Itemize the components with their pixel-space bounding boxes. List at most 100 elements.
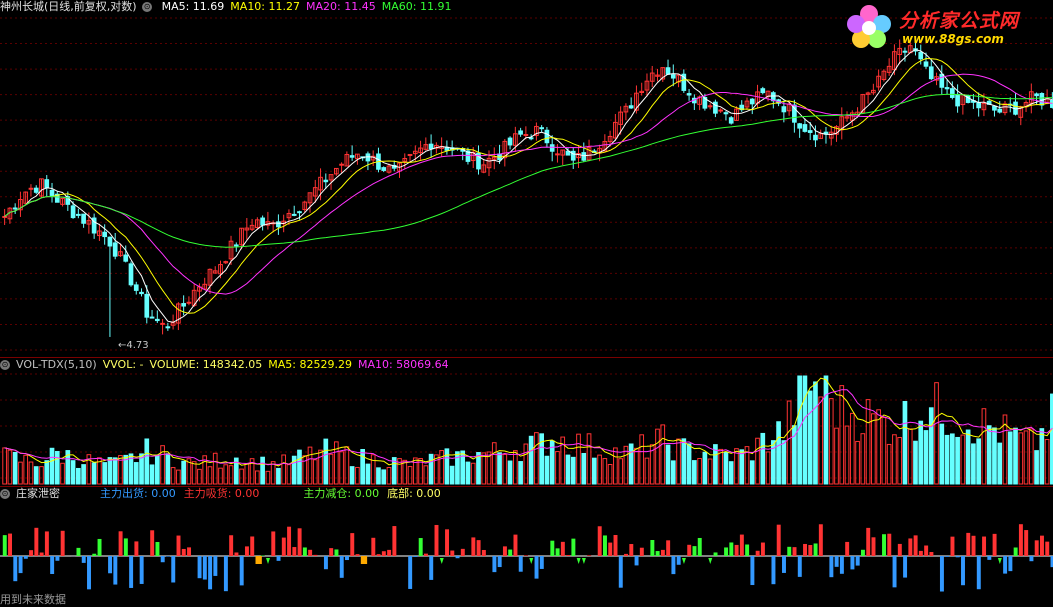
candle <box>428 134 434 158</box>
price-pane[interactable]: 神州长城(日线,前复权,对数) ⊙ MA5: 11.69 MA10: 11.27 M… <box>0 0 1053 357</box>
volume-bar <box>370 454 376 485</box>
volume-bar <box>54 450 60 485</box>
volume-bar <box>981 408 987 485</box>
distribute-bar <box>961 556 965 586</box>
volume-bar <box>871 413 876 485</box>
candle-body <box>581 152 587 161</box>
distribute-bar <box>1029 556 1034 562</box>
candle <box>418 140 423 160</box>
header_vol-3: MA5: 82529.29 <box>268 358 352 371</box>
absorb-bar <box>666 540 671 556</box>
volume-bar <box>1034 450 1039 485</box>
volume-bar <box>597 454 602 485</box>
volume-bar <box>781 440 787 485</box>
distribute-bar <box>213 556 218 576</box>
candle <box>39 178 44 198</box>
site-logo: 分析家公式网 www.88gs.com <box>844 2 1049 54</box>
volume-bar <box>923 430 929 485</box>
distribute-bar <box>839 556 844 574</box>
distribute-bar <box>429 556 434 580</box>
candle-body <box>518 130 523 135</box>
absorb-bar <box>44 531 49 556</box>
volume-bar <box>702 451 708 485</box>
volume-bar <box>749 460 755 485</box>
volume-bar <box>376 467 381 485</box>
distribute-bar <box>166 556 170 557</box>
candle <box>560 149 566 165</box>
candle-body <box>992 105 997 111</box>
distribute-bar <box>202 556 207 580</box>
down-arrow-marker <box>439 558 444 564</box>
candle <box>255 217 260 230</box>
settings-circle-icon[interactable]: ⊙ <box>0 360 10 370</box>
down-arrow-marker <box>708 558 713 564</box>
candle <box>507 136 513 150</box>
distribute-bar <box>276 556 281 561</box>
indicator-pane[interactable]: ⊙ 庄家泄密 主力出货: 0.00 主力吸货: 0.00 主力减仓: 0.00 底部: 0… <box>0 487 1053 607</box>
distribute-bar <box>939 556 944 592</box>
candle-body <box>997 108 1003 113</box>
footer-note: 用到未来数据 <box>0 593 66 606</box>
absorb-bar <box>871 537 876 556</box>
candle <box>670 64 676 87</box>
volume-bar <box>986 425 992 485</box>
candle-body <box>797 123 802 129</box>
volume-bar <box>281 454 287 485</box>
candle <box>628 97 634 109</box>
distribute-bar <box>987 556 992 560</box>
absorb-bar <box>1045 541 1050 556</box>
volume-bar <box>849 412 855 485</box>
header_price-0: MA5: 11.69 <box>161 0 225 13</box>
candle <box>634 85 639 114</box>
settings-circle-icon[interactable]: ⊙ <box>0 489 10 499</box>
volume-bar <box>644 457 650 485</box>
volume-bar <box>823 375 829 485</box>
absorb-bar <box>387 549 392 556</box>
distribute-bar <box>50 556 55 574</box>
candle <box>707 103 713 110</box>
indicator-title: 庄家泄密 <box>16 487 60 500</box>
candle-body <box>144 293 150 318</box>
absorb-bar <box>760 542 765 556</box>
absorb-bar <box>929 552 934 556</box>
candle-body <box>381 167 387 171</box>
absorb-bar <box>608 542 613 556</box>
candle <box>176 302 181 331</box>
distribute-bar <box>618 556 623 588</box>
volume-bar <box>228 465 234 485</box>
volume-bar <box>91 462 97 485</box>
volume-chart[interactable] <box>0 358 1053 486</box>
volume-pane[interactable]: ⊙ VOL-TDX(5,10) VVOL: - VOLUME: 148342.05 MA… <box>0 358 1053 486</box>
volume-bar <box>913 440 918 485</box>
volume-bar <box>955 436 960 485</box>
volume-bar <box>992 427 997 485</box>
volume-bar <box>586 433 592 485</box>
candle <box>212 266 218 274</box>
volume-bar <box>154 454 160 485</box>
header_price-1: MA10: 11.27 <box>230 0 301 13</box>
volume-bar <box>60 462 65 485</box>
volume-bar <box>349 466 355 485</box>
distribute-bar <box>323 556 328 570</box>
volume-bar <box>439 450 444 485</box>
distribute-bar <box>782 556 786 573</box>
candle <box>97 223 102 241</box>
volume-bar <box>223 464 229 485</box>
vol-ma5-line <box>4 377 1053 467</box>
volume-bar <box>1023 430 1029 485</box>
candle-body <box>276 221 281 228</box>
absorb-bar <box>134 541 139 556</box>
volume-bar <box>512 450 518 485</box>
candle <box>249 218 255 232</box>
candle <box>655 68 660 82</box>
volume-bar <box>734 448 739 485</box>
volume-bar <box>176 469 181 485</box>
settings-circle-icon[interactable]: ⊙ <box>142 2 153 12</box>
candle-body <box>723 112 729 115</box>
volume-bar <box>697 457 702 485</box>
absorb-bar <box>392 526 397 556</box>
indicator-chart[interactable] <box>0 487 1053 607</box>
candle-body <box>718 109 724 112</box>
absorb-bar <box>244 546 249 556</box>
volume-bar <box>902 401 908 485</box>
